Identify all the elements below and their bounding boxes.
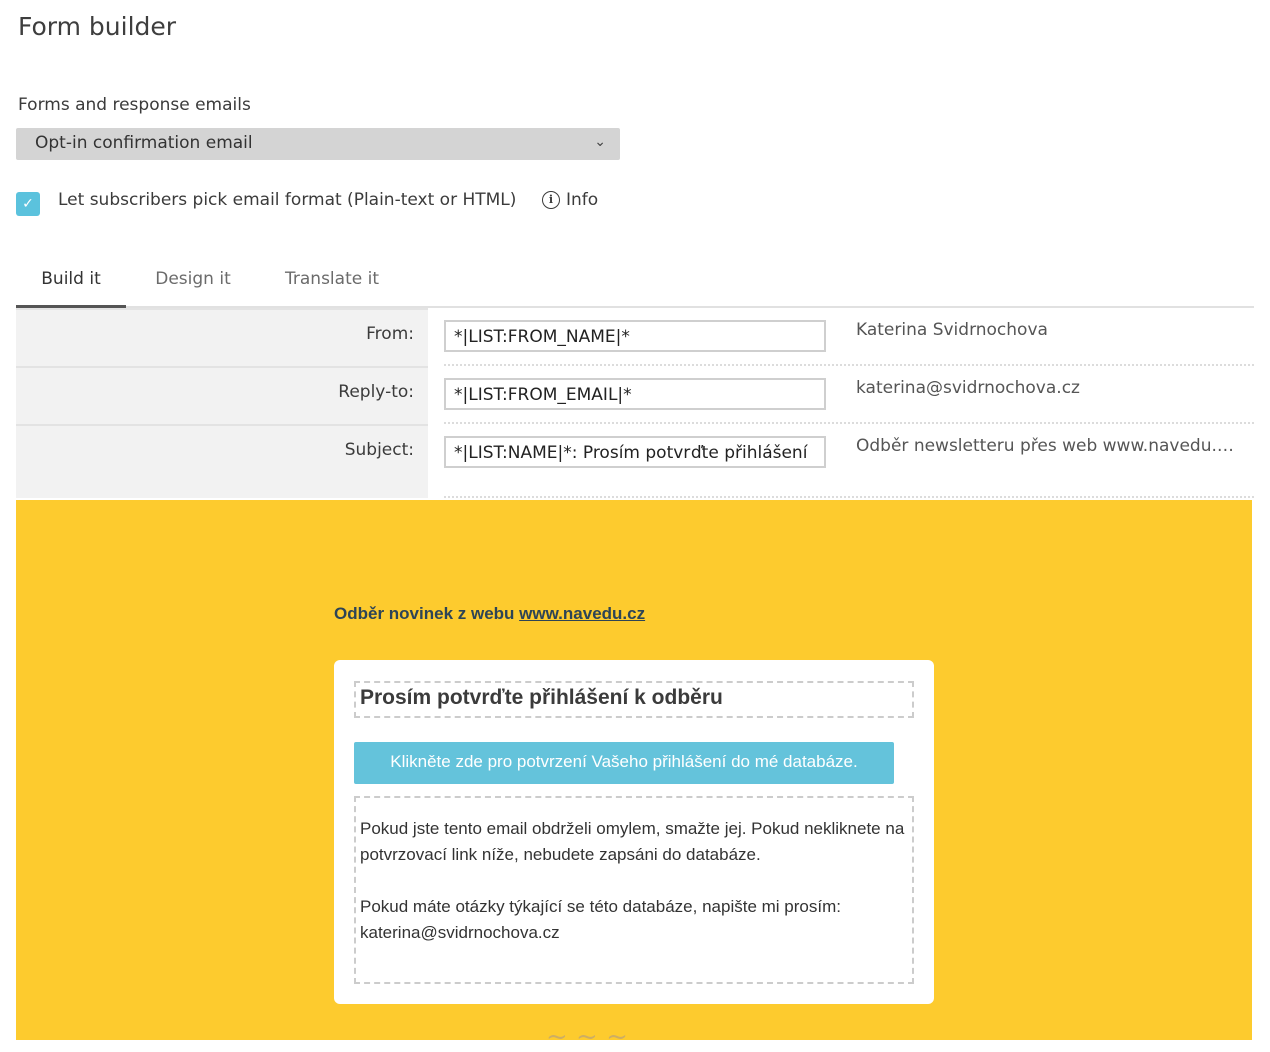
tab-build-it[interactable]: Build it (16, 258, 126, 308)
page-title: Form builder (18, 12, 177, 41)
preheader-link[interactable]: www.navedu.cz (519, 604, 645, 623)
confirm-subscription-button[interactable]: Klikněte zde pro potvrzení Vašeho přihlá… (354, 742, 894, 784)
email-body-block[interactable]: Pokud jste tento email obdrželi omylem, … (354, 796, 914, 984)
form-type-selected-value: Opt-in confirmation email (35, 133, 253, 153)
subject-input[interactable]: *|LIST:NAME|*: Prosím potvrďte přihlášen… (444, 436, 826, 468)
forms-section-label: Forms and response emails (18, 95, 251, 115)
signature-image: ~ ~ ~ (546, 1022, 628, 1052)
field-row-reply-to: Reply-to: *|LIST:FROM_EMAIL|* katerina@s… (16, 366, 1254, 424)
email-format-label[interactable]: Let subscribers pick email format (Plain… (58, 190, 516, 210)
from-resolved-value: Katerina Svidrnochova (856, 320, 1048, 340)
subject-label: Subject: (16, 424, 428, 498)
field-row-from: From: *|LIST:FROM_NAME|* Katerina Svidrn… (16, 308, 1254, 366)
from-label: From: (16, 308, 428, 366)
reply-to-input[interactable]: *|LIST:FROM_EMAIL|* (444, 378, 826, 410)
tab-translate-it[interactable]: Translate it (270, 258, 394, 306)
info-icon: i (542, 191, 560, 209)
tab-design-it[interactable]: Design it (140, 258, 246, 306)
builder-tabs: Build it Design it Translate it (16, 258, 1254, 308)
check-icon: ✓ (22, 196, 34, 212)
email-card: Prosím potvrďte přihlášení k odběru Klik… (334, 660, 934, 1004)
body-paragraph-1: Pokud jste tento email obdrželi omylem, … (360, 819, 905, 864)
row-divider (444, 496, 1254, 498)
chevron-down-icon: ⌄ (594, 134, 606, 150)
email-title-block[interactable]: Prosím potvrďte přihlášení k odběru (354, 681, 914, 718)
form-type-select[interactable]: Opt-in confirmation email ⌄ (16, 128, 620, 160)
preheader-text: Odběr novinek z webu (334, 604, 520, 623)
field-row-subject: Subject: *|LIST:NAME|*: Prosím potvrďte … (16, 424, 1254, 498)
email-preview: Odběr novinek z webu www.navedu.cz Prosí… (16, 500, 1252, 1052)
info-link[interactable]: i Info (542, 190, 598, 210)
subject-resolved-value: Odběr newsletteru přes web www.navedu.c.… (856, 436, 1240, 456)
email-settings-fields: From: *|LIST:FROM_NAME|* Katerina Svidrn… (16, 308, 1254, 498)
email-format-checkbox[interactable]: ✓ (16, 192, 40, 216)
reply-to-resolved-value: katerina@svidrnochova.cz (856, 378, 1080, 398)
preview-preheader[interactable]: Odběr novinek z webu www.navedu.cz (334, 604, 645, 624)
reply-to-label: Reply-to: (16, 366, 428, 424)
info-label: Info (566, 190, 599, 210)
from-input[interactable]: *|LIST:FROM_NAME|* (444, 320, 826, 352)
body-paragraph-2: Pokud máte otázky týkající se této datab… (360, 897, 841, 942)
